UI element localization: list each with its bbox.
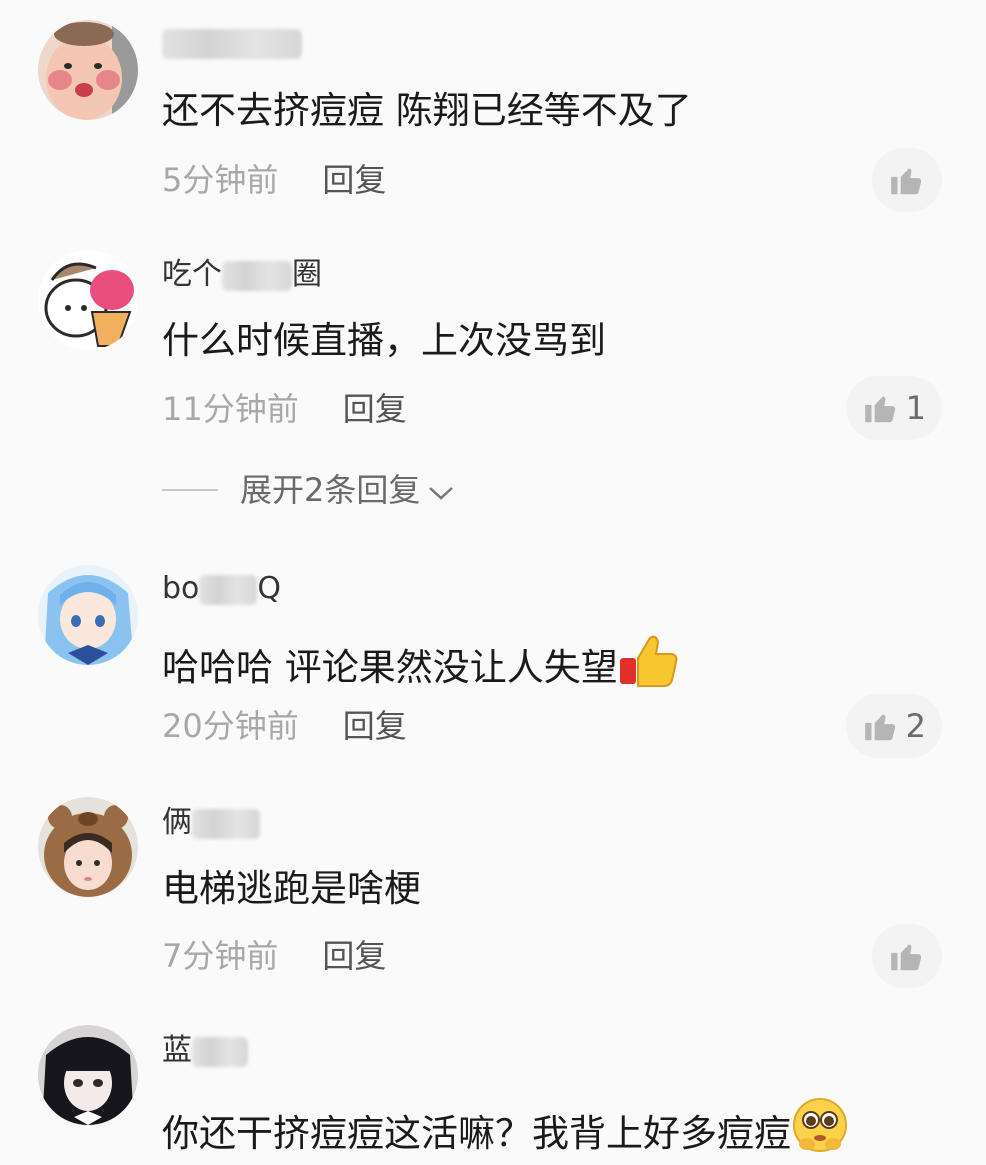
timestamp: 7分钟前: [162, 937, 279, 975]
avatar[interactable]: [38, 1025, 138, 1125]
reply-button[interactable]: 回复: [322, 161, 386, 199]
thumbs-up-icon: [888, 937, 926, 975]
timestamp: 11分钟前: [162, 390, 299, 428]
username[interactable]: 吃个圈: [162, 256, 322, 294]
avatar[interactable]: [38, 797, 138, 897]
thumbs-up-icon: [862, 707, 900, 745]
cartoon-rabbit-avatar-icon: [38, 250, 138, 350]
comment-meta: 5分钟前 回复: [162, 160, 386, 200]
comment-text: 你还干挤痘痘这活嘛？我背上好多痘痘: [162, 1096, 849, 1165]
thumbs-up-emoji: [618, 634, 680, 699]
avatar[interactable]: [38, 250, 138, 350]
like-count: 2: [905, 707, 926, 745]
divider: [162, 489, 218, 491]
username[interactable]: 蓝: [162, 1032, 248, 1070]
expand-replies-button[interactable]: 展开2条回复: [162, 470, 454, 510]
bear-hat-girl-avatar-icon: [38, 797, 138, 897]
reply-button[interactable]: 回复: [343, 707, 407, 745]
comment-text: 什么时候直播，上次没骂到: [162, 319, 606, 362]
timestamp: 5分钟前: [162, 161, 279, 199]
comment-meta: 20分钟前 回复: [162, 706, 407, 746]
username[interactable]: 俩: [162, 804, 260, 842]
chevron-down-icon: [428, 470, 454, 510]
redacted-username: [192, 1036, 248, 1067]
comment-text: 哈哈哈 评论果然没让人失望: [162, 634, 680, 699]
dark-hair-anime-avatar-icon: [38, 1025, 138, 1125]
timestamp: 20分钟前: [162, 707, 299, 745]
username[interactable]: bo Q: [162, 570, 281, 608]
expand-replies-label: 展开2条回复: [240, 471, 421, 509]
like-button[interactable]: [872, 924, 942, 988]
redacted-username: [162, 28, 302, 59]
pleading-face-emoji: [791, 1096, 849, 1165]
avatar[interactable]: [38, 565, 138, 665]
thumbs-up-icon: [862, 389, 900, 427]
like-count: 1: [905, 389, 926, 427]
comment-meta: 7分钟前 回复: [162, 936, 386, 976]
comment-meta: 11分钟前 回复: [162, 389, 407, 429]
baby-face-avatar-icon: [38, 20, 138, 120]
avatar[interactable]: [38, 20, 138, 120]
redacted-username: [199, 574, 258, 605]
like-button[interactable]: 2: [845, 694, 942, 758]
username[interactable]: [162, 24, 302, 62]
redacted-username: [192, 808, 260, 839]
reply-button[interactable]: 回复: [322, 937, 386, 975]
like-button[interactable]: [872, 148, 942, 212]
comment-text: 还不去挤痘痘 陈翔已经等不及了: [162, 89, 692, 132]
reply-button[interactable]: 回复: [343, 390, 407, 428]
like-button[interactable]: 1: [845, 376, 942, 440]
comment-text: 电梯逃跑是啥梗: [162, 867, 421, 910]
thumbs-up-icon: [888, 161, 926, 199]
anime-girl-avatar-icon: [38, 565, 138, 665]
redacted-username: [222, 260, 292, 291]
